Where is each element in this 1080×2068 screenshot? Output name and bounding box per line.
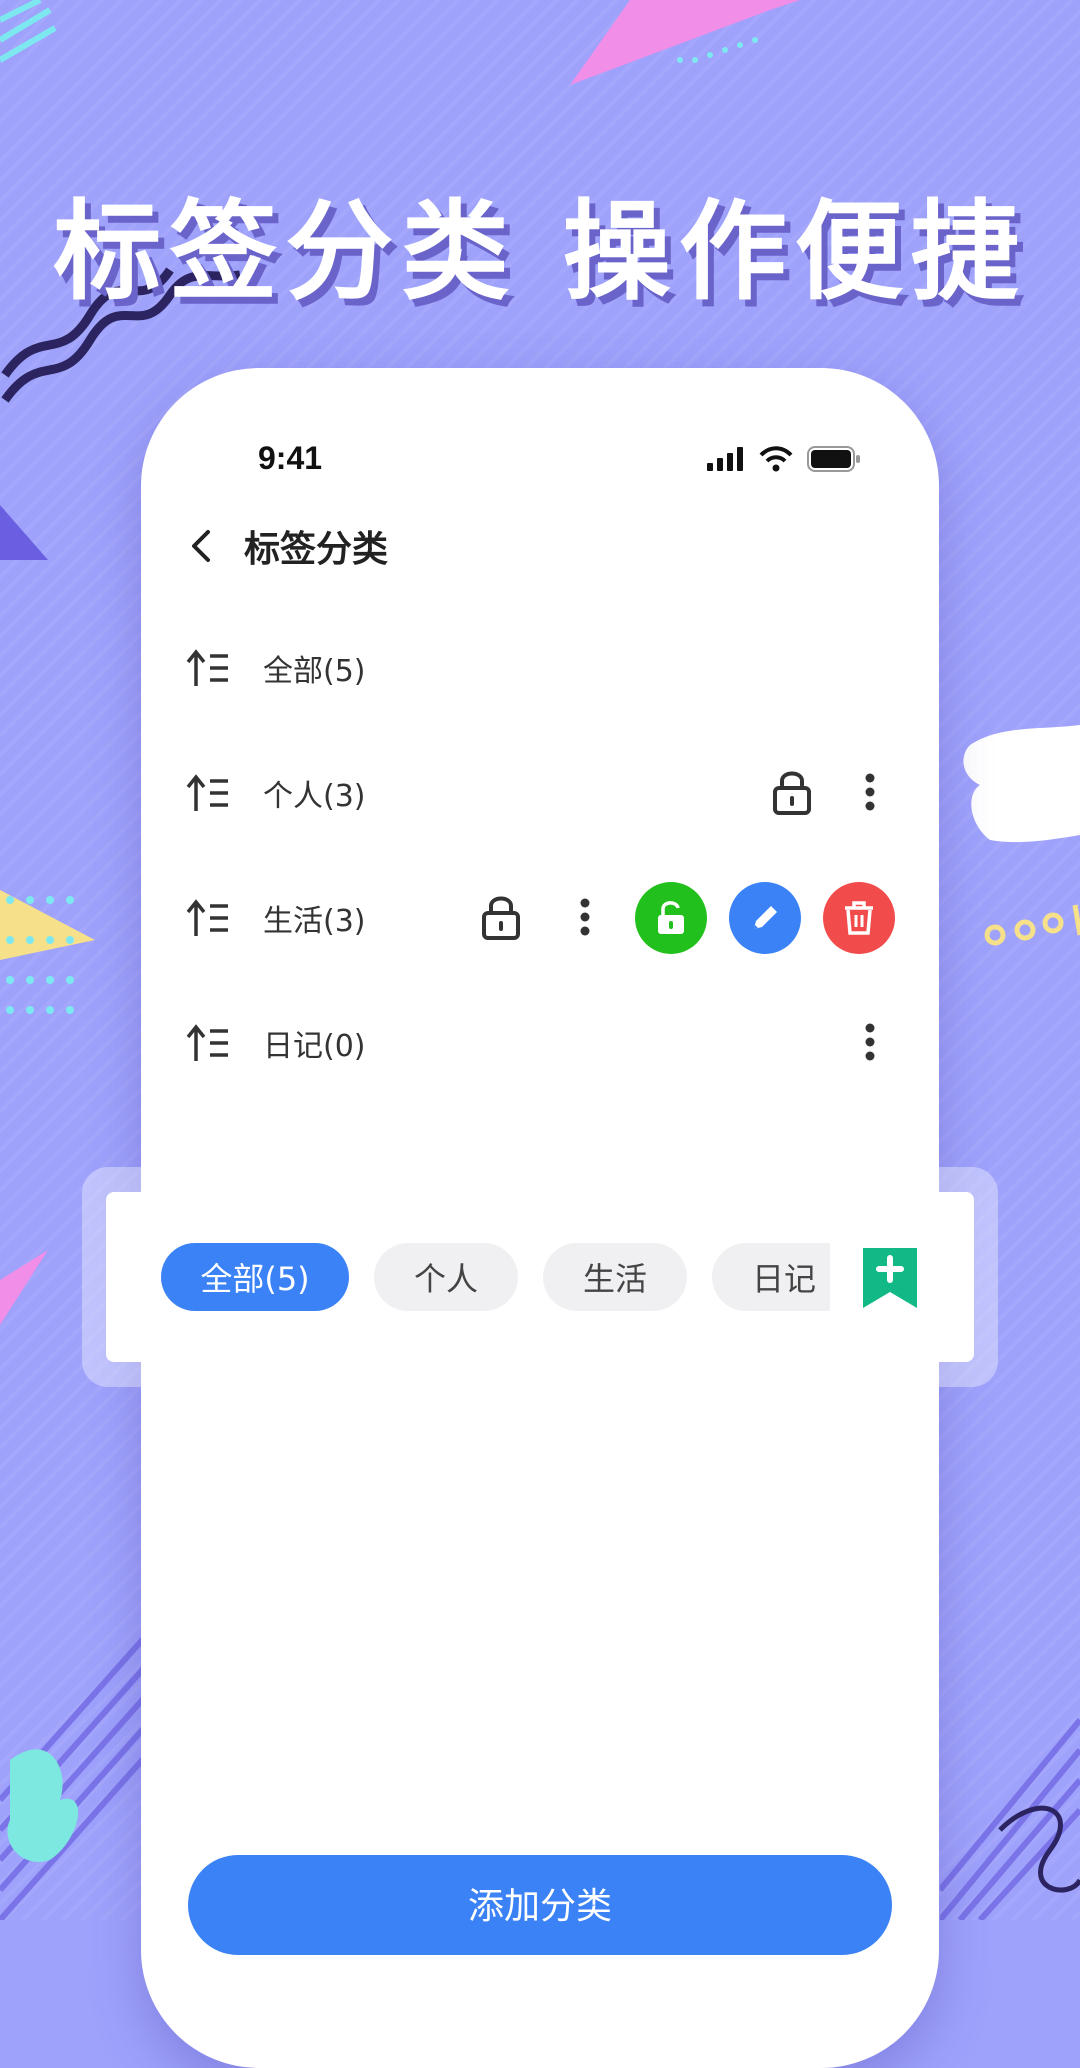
page-title: 标签分类 [244,529,389,570]
unlock-button[interactable] [635,882,707,954]
decor-stripes-bottom-left [0,1618,160,1920]
sort-icon[interactable] [186,773,230,813]
more-vertical-icon[interactable] [579,898,591,936]
more-vertical-icon[interactable] [864,1023,876,1061]
chevron-left-icon[interactable] [186,526,216,566]
status-time: 9:41 [258,440,323,476]
nav-bar: 标签分类 [186,520,388,572]
category-row[interactable]: 个人(3) [186,763,906,823]
category-row[interactable]: 生活(3) [186,882,906,954]
status-icons [707,446,861,472]
tab-life[interactable]: 生活 [543,1243,687,1311]
sort-icon[interactable] [186,648,230,688]
edit-button[interactable] [729,882,801,954]
category-label: 个人(3) [263,779,366,814]
decor-yellow-triangle [0,890,95,1014]
trash-icon [845,901,873,935]
more-vertical-icon[interactable] [864,773,876,811]
category-label: 全部(5) [263,654,366,689]
decor-pink-triangle-left [0,1250,48,1325]
unlock-icon [658,901,684,934]
decor-white-brush [963,725,1080,843]
decor-stripes-topleft [0,0,57,63]
wifi-icon [759,446,793,472]
decor-stripes-bottom-right [940,1718,1080,1920]
signal-icon [707,447,743,471]
lock-icon[interactable] [772,769,812,815]
lock-icon[interactable] [481,894,521,940]
decor-yellow-squiggles [984,904,1080,946]
category-row[interactable]: 全部(5) [186,638,906,698]
tab-all[interactable]: 全部(5) [161,1243,349,1311]
sort-icon[interactable] [186,898,230,938]
category-label: 生活(3) [263,904,366,939]
decor-triangle-top [570,0,800,85]
category-row[interactable]: 日记(0) [186,1013,906,1073]
tab-diary[interactable]: 日记 [712,1243,830,1311]
sort-icon[interactable] [186,1023,230,1063]
headline: 标签分类 操作便捷 [53,190,1027,315]
add-bookmark-icon[interactable] [863,1248,917,1308]
pencil-icon [754,906,777,929]
decor-triangle-left [0,505,48,560]
battery-icon [807,446,860,472]
category-label: 日记(0) [263,1029,366,1064]
add-category-button[interactable]: 添加分类 [188,1855,892,1955]
tab-personal[interactable]: 个人 [374,1243,518,1311]
delete-button[interactable] [823,882,895,954]
